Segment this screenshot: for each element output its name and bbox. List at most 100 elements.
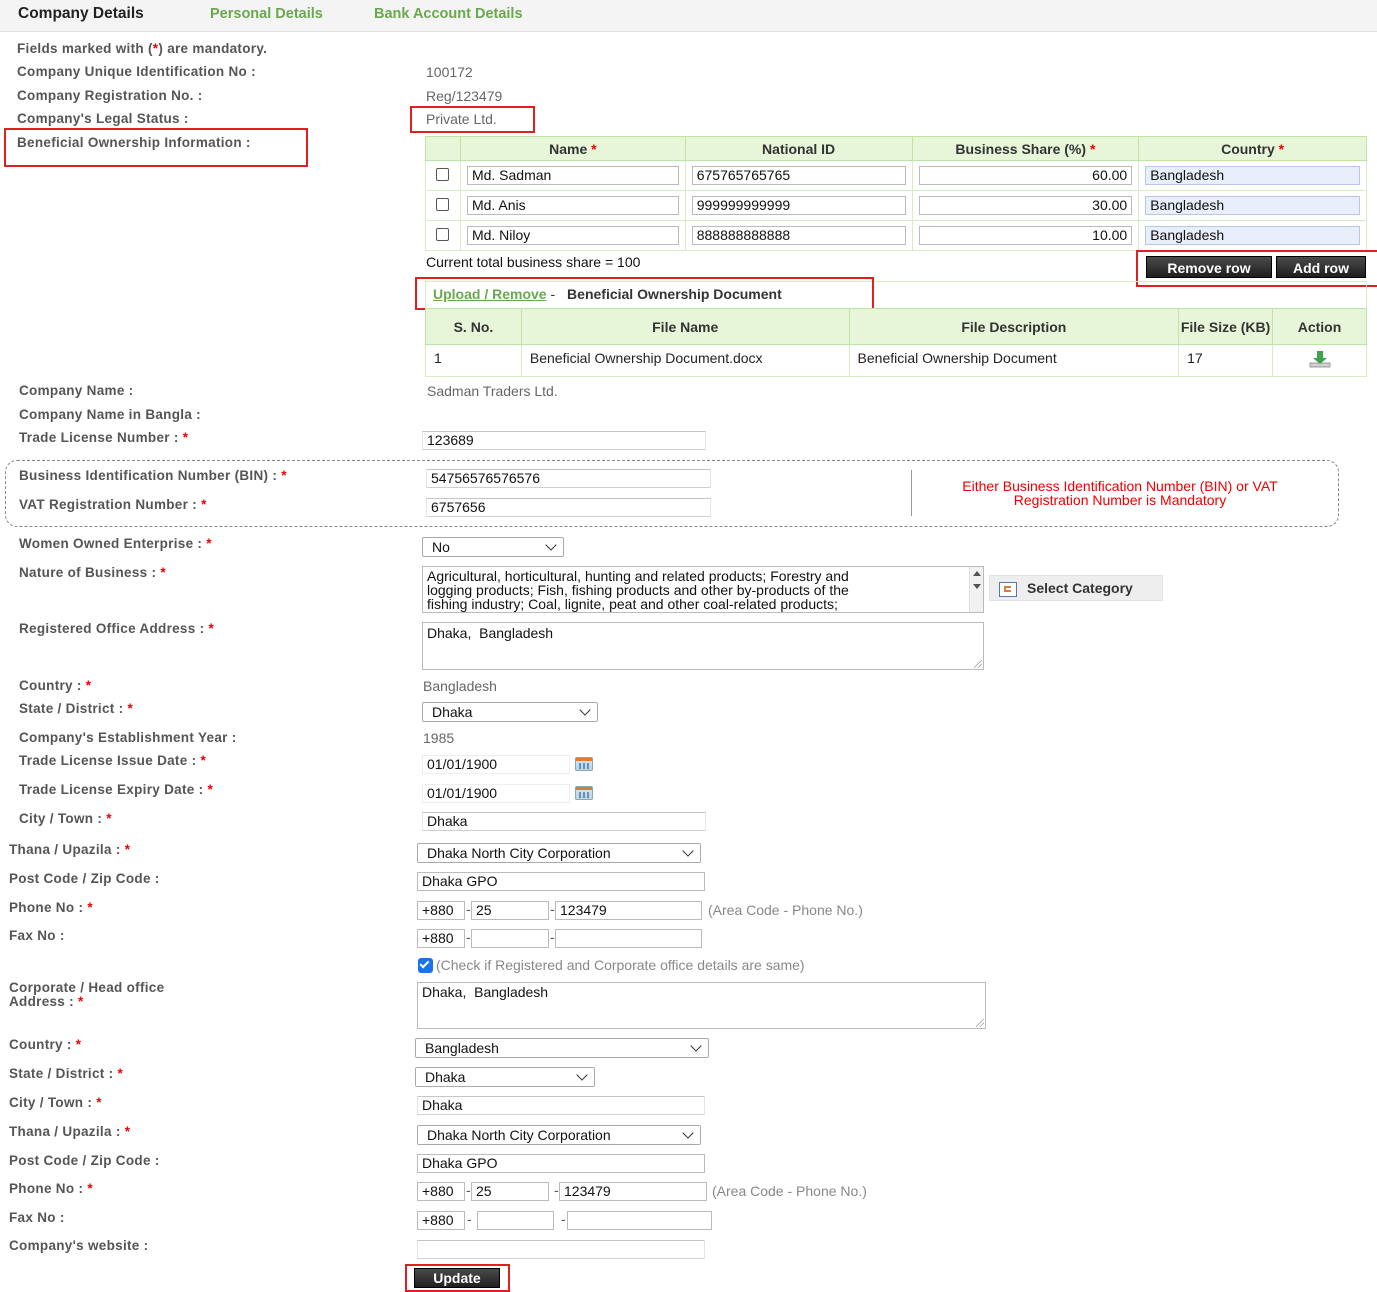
corp-city-label: City / Town : * <box>9 1095 102 1110</box>
tab-bank-account-details[interactable]: Bank Account Details <box>374 6 523 22</box>
legal-status-label: Company's Legal Status : <box>17 111 189 126</box>
chevron-down-icon <box>682 1127 694 1139</box>
same-address-label: (Check if Registered and Corporate offic… <box>436 957 805 973</box>
owner-name-input[interactable]: Md. Sadman <box>466 166 679 185</box>
row-checkbox[interactable] <box>436 227 450 241</box>
thana-select[interactable]: Dhaka North City Corporation <box>417 843 701 863</box>
owner-country-input[interactable]: Bangladesh <box>1145 196 1360 215</box>
corp-state-select[interactable]: Dhaka <box>415 1067 595 1087</box>
corp-fax-country-code-input[interactable]: +880 <box>417 1211 465 1230</box>
calendar-icon[interactable] <box>575 757 593 771</box>
country-label: Country : * <box>19 678 92 693</box>
owner-name-input[interactable]: Md. Niloy <box>466 226 679 245</box>
owner-share-input[interactable]: 60.00 <box>918 166 1133 185</box>
highlight-beneficial-label <box>4 128 308 167</box>
nature-business-label: Nature of Business : * <box>19 565 166 580</box>
mandatory-note: Fields marked with (*) are mandatory. <box>17 41 268 56</box>
fax-area-code-input[interactable] <box>471 929 549 948</box>
phone-dash: - <box>550 901 555 917</box>
owner-name-input[interactable]: Md. Anis <box>466 196 679 215</box>
website-input[interactable] <box>417 1240 705 1259</box>
owner-national-id-input[interactable]: 999999999999 <box>691 196 906 215</box>
col-share-header: Business Share (%) * <box>911 136 1140 161</box>
resize-grip-icon[interactable] <box>976 1019 984 1027</box>
table-row: 1 Beneficial Ownership Document.docx Ben… <box>425 344 1367 377</box>
post-code-input[interactable]: Dhaka GPO <box>417 872 705 891</box>
issue-date-input[interactable]: 01/01/1900 <box>422 755 570 774</box>
state-select[interactable]: Dhaka <box>422 702 598 722</box>
fax-number-input[interactable] <box>555 929 702 948</box>
fax-country-code-input[interactable]: +880 <box>417 929 465 948</box>
corp-post-code-input[interactable]: Dhaka GPO <box>417 1154 705 1173</box>
corp-fax-number-input[interactable] <box>567 1211 712 1230</box>
women-owned-select[interactable]: No <box>422 537 564 557</box>
city-input[interactable]: Dhaka <box>422 812 706 831</box>
col-sno-header: S. No. <box>425 308 522 345</box>
category-icon <box>999 582 1017 597</box>
table-row: Md. Sadman 675765765765 60.00 Bangladesh <box>425 160 1367 191</box>
trade-license-label: Trade License Number : * <box>19 430 189 445</box>
fax-label: Fax No : <box>9 928 65 943</box>
chevron-down-icon <box>690 1040 702 1052</box>
calendar-icon[interactable] <box>575 786 593 800</box>
highlight-legal-status <box>410 106 535 133</box>
corp-phone-number-input[interactable]: 123479 <box>559 1182 707 1201</box>
beneficial-owners-table: Name * National ID Business Share (%) * … <box>425 136 1367 251</box>
owner-share-input[interactable]: 30.00 <box>918 196 1133 215</box>
vat-input[interactable]: 6757656 <box>426 498 711 517</box>
corp-phone-label: Phone No : * <box>9 1181 93 1196</box>
fax-dash: - <box>561 1211 566 1227</box>
company-name-value: Sadman Traders Ltd. <box>427 383 558 399</box>
download-icon[interactable] <box>1308 349 1332 369</box>
bin-input[interactable]: 54756576576576 <box>426 469 711 488</box>
reg-address-label: Registered Office Address : * <box>19 621 215 636</box>
phone-country-code-input[interactable]: +880 <box>417 901 465 920</box>
owner-share-input[interactable]: 10.00 <box>918 226 1133 245</box>
expiry-date-input[interactable]: 01/01/1900 <box>422 784 570 803</box>
corp-address-textarea[interactable]: Dhaka, Bangladesh <box>417 982 986 1029</box>
bin-vat-mandatory-note: Either Business Identification Number (B… <box>962 478 1278 508</box>
files-table: S. No. File Name File Description File S… <box>425 308 1367 377</box>
row-checkbox[interactable] <box>436 167 450 181</box>
row-checkbox[interactable] <box>436 197 450 211</box>
owner-country-input[interactable]: Bangladesh <box>1145 166 1360 185</box>
owner-national-id-input[interactable]: 675765765765 <box>691 166 906 185</box>
total-business-share: Current total business share = 100 <box>426 254 641 270</box>
est-year-value: 1985 <box>423 730 455 746</box>
tab-personal-details[interactable]: Personal Details <box>210 6 323 22</box>
corp-country-select[interactable]: Bangladesh <box>415 1038 709 1058</box>
corp-phone-country-code-input[interactable]: +880 <box>417 1182 465 1201</box>
phone-area-code-input[interactable]: 25 <box>471 901 549 920</box>
trade-license-input[interactable]: 123689 <box>422 431 706 450</box>
phone-number-input[interactable]: 123479 <box>555 901 702 920</box>
textarea-scrollbar[interactable] <box>969 567 983 612</box>
company-name-bangla-label: Company Name in Bangla : <box>19 407 201 422</box>
same-address-checkbox[interactable] <box>418 958 433 973</box>
col-action-header: Action <box>1272 308 1367 345</box>
tab-bar: Company Details Personal Details Bank Ac… <box>0 0 1377 32</box>
expiry-date-label: Trade License Expiry Date : * <box>19 782 214 797</box>
tab-company-details[interactable]: Company Details <box>18 5 144 23</box>
fax-dash: - <box>466 929 471 945</box>
corp-city-input[interactable]: Dhaka <box>417 1096 705 1115</box>
owner-national-id-input[interactable]: 888888888888 <box>691 226 906 245</box>
table-row: Md. Niloy 888888888888 10.00 Bangladesh <box>425 220 1367 251</box>
fax-dash: - <box>467 1211 472 1227</box>
resize-grip-icon[interactable] <box>974 660 982 668</box>
phone-hint: (Area Code - Phone No.) <box>708 902 863 918</box>
chevron-down-icon <box>545 539 557 551</box>
corp-fax-area-code-input[interactable] <box>477 1211 554 1230</box>
col-file-size-header: File Size (KB) <box>1178 308 1274 345</box>
reg-address-textarea[interactable]: Dhaka, Bangladesh <box>422 622 984 670</box>
company-reg-value: Reg/123479 <box>426 88 503 104</box>
corp-state-label: State / District : * <box>9 1066 124 1081</box>
col-file-name-header: File Name <box>520 308 850 345</box>
col-country-header: Country * <box>1138 136 1367 161</box>
owner-country-input[interactable]: Bangladesh <box>1145 226 1360 245</box>
corp-phone-area-code-input[interactable]: 25 <box>471 1182 549 1201</box>
file-sno: 1 <box>425 344 522 377</box>
fax-dash: - <box>550 929 555 945</box>
corp-thana-select[interactable]: Dhaka North City Corporation <box>417 1125 701 1145</box>
nature-business-textarea[interactable]: Agricultural, horticultural, hunting and… <box>422 566 984 613</box>
select-category-button[interactable]: Select Category <box>989 575 1163 601</box>
